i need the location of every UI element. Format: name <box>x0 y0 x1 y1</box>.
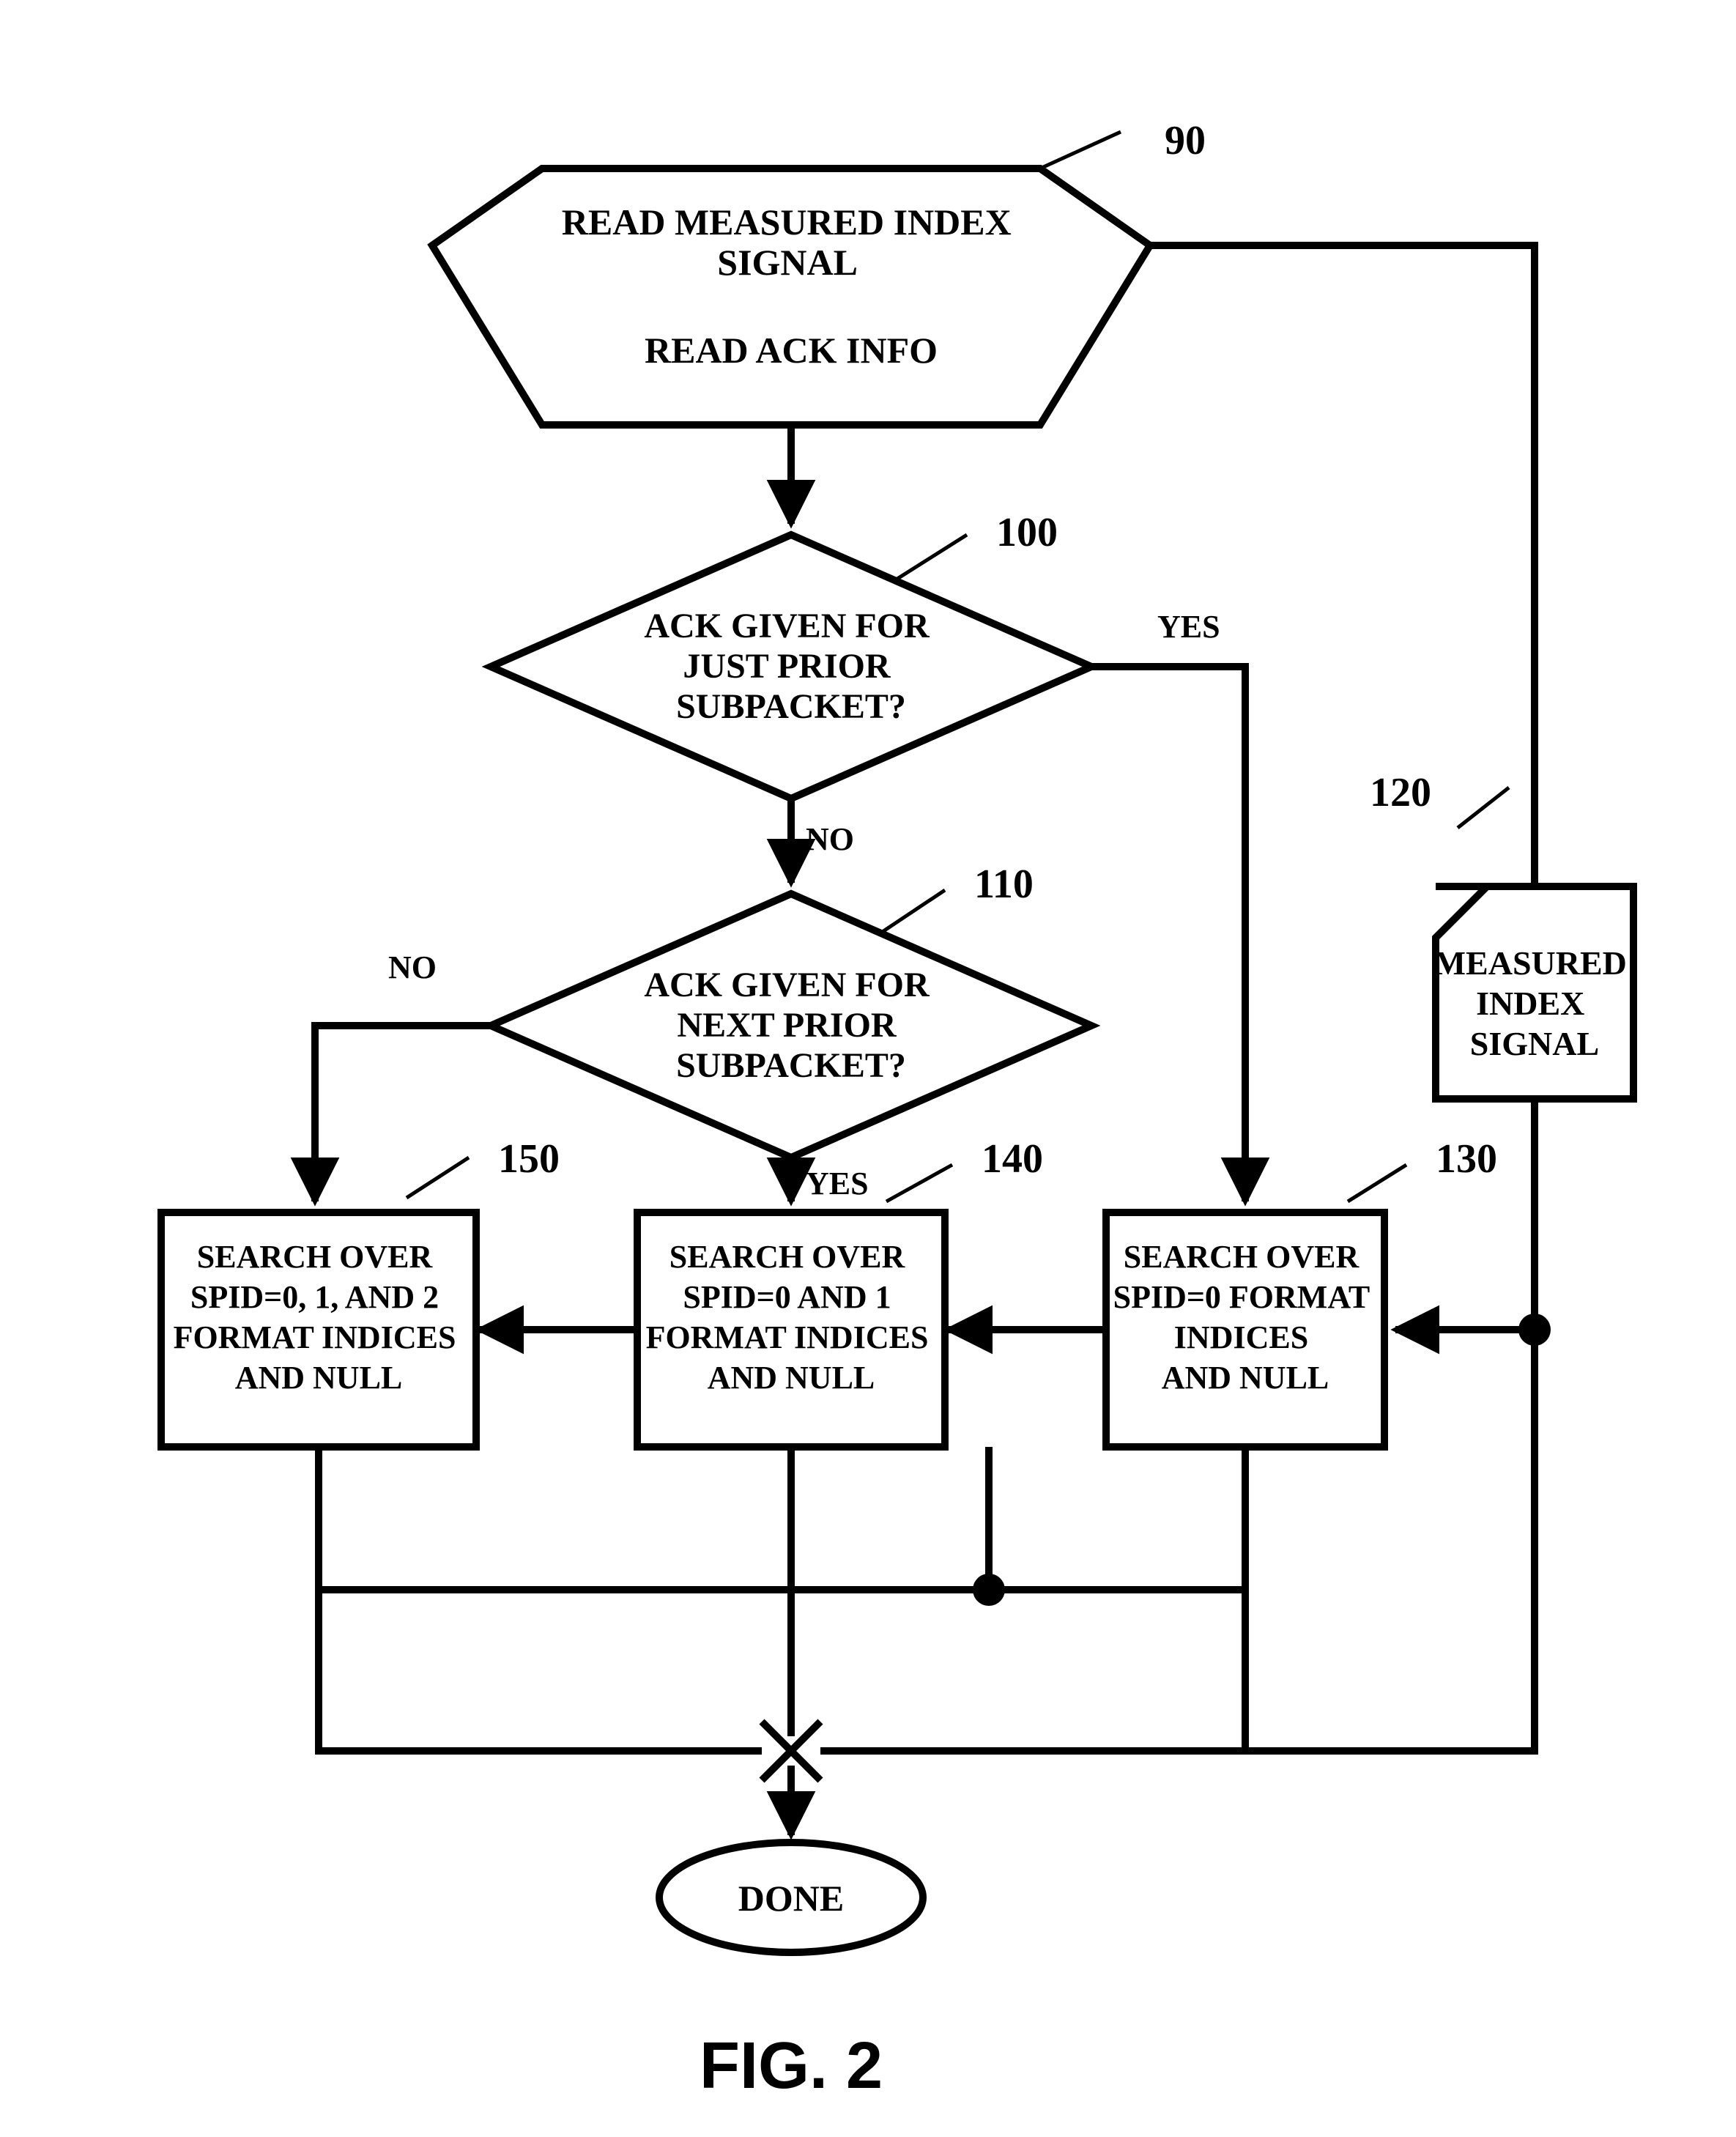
b130-line1: SEARCH OVER <box>1124 1239 1360 1275</box>
d100-line2: JUST PRIOR <box>683 647 891 686</box>
b130-line3: INDICES <box>1174 1319 1308 1355</box>
branch-110-yes: YES <box>806 1166 869 1201</box>
decision-110: ACK GIVEN FOR NEXT PRIOR SUBPACKET? <box>491 894 1091 1158</box>
signal-120: MEASURED INDEX SIGNAL <box>1434 886 1636 1099</box>
label-120: 120 <box>1370 770 1431 815</box>
svg-text:MEASURED INDEX SIG: MEASURED INDEX SIGNAL <box>1434 944 1636 1062</box>
label-90: 90 <box>1165 118 1206 163</box>
label-100: 100 <box>996 510 1058 555</box>
d100-line1: ACK GIVEN FOR <box>644 607 930 645</box>
leader-110 <box>879 890 945 934</box>
leader-120 <box>1458 788 1509 828</box>
arrow-100-130 <box>1091 667 1245 1201</box>
leader-140 <box>886 1165 952 1201</box>
sig-line3: SIGNAL <box>1470 1025 1599 1062</box>
svg-text:ACK GIVEN FOR JUST PRIOR: ACK GIVEN FOR JUST PRIOR SUBPACKET? <box>644 607 938 726</box>
leader-150 <box>407 1158 469 1198</box>
b140-line1: SEARCH OVER <box>669 1239 906 1275</box>
b150-line3: FORMAT INDICES <box>174 1319 456 1355</box>
done-node: DONE <box>659 1842 923 1952</box>
d110-line3: SUBPACKET? <box>676 1046 906 1085</box>
svg-text:SEARCH OVER SPID=0 FORMA: SEARCH OVER SPID=0 FORMAT INDICES AND NU… <box>1113 1239 1378 1396</box>
label-130: 130 <box>1436 1136 1497 1182</box>
d110-line1: ACK GIVEN FOR <box>644 966 930 1004</box>
sig-line1: MEASURED <box>1434 944 1627 982</box>
start-line3: READ ACK INFO <box>645 330 938 371</box>
branch-100-no: NO <box>806 821 854 857</box>
b130-line4: AND NULL <box>1162 1360 1329 1396</box>
b140-line2: SPID=0 AND 1 <box>683 1279 891 1315</box>
arrow-110-150 <box>315 1026 491 1201</box>
line-150-140-bus <box>319 1447 1245 1590</box>
leader-100 <box>897 535 967 579</box>
start-line1: READ MEASURED INDEX <box>562 201 1012 242</box>
figure-label: FIG. 2 <box>700 2029 883 2103</box>
done-text: DONE <box>738 1878 844 1919</box>
svg-text:ACK GIVEN FOR NEXT PRIOR: ACK GIVEN FOR NEXT PRIOR SUBPACKET? <box>644 966 938 1085</box>
label-140: 140 <box>982 1136 1043 1182</box>
branch-110-no: NO <box>388 949 437 985</box>
b150-line1: SEARCH OVER <box>197 1239 434 1275</box>
d100-line3: SUBPACKET? <box>676 687 906 726</box>
b140-line4: AND NULL <box>708 1360 875 1396</box>
start-line2: SIGNAL <box>717 242 856 283</box>
leader-90 <box>1040 132 1121 168</box>
svg-text:SEARCH OVER SPID=0 AND 1: SEARCH OVER SPID=0 AND 1 FORMAT INDICES … <box>646 1239 937 1396</box>
b150-line4: AND NULL <box>235 1360 403 1396</box>
box-140: SEARCH OVER SPID=0 AND 1 FORMAT INDICES … <box>637 1212 945 1447</box>
box-150: SEARCH OVER SPID=0, 1, AND 2 FORMAT INDI… <box>161 1212 476 1447</box>
line-90-120 <box>1150 245 1535 886</box>
b150-line2: SPID=0, 1, AND 2 <box>190 1279 439 1315</box>
b140-line3: FORMAT INDICES <box>646 1319 929 1355</box>
b130-line2: SPID=0 FORMAT <box>1113 1279 1370 1315</box>
svg-text:SEARCH OVER SPID=0, 1, A: SEARCH OVER SPID=0, 1, AND 2 FORMAT INDI… <box>174 1239 464 1396</box>
leader-130 <box>1348 1165 1406 1201</box>
svg-text:READ MEASURED INDEX SIGN: READ MEASURED INDEX SIGNAL READ ACK INFO <box>562 201 1020 371</box>
sig-line2: INDEX <box>1476 985 1584 1022</box>
label-110: 110 <box>974 862 1034 907</box>
line-left-merge <box>319 1590 762 1751</box>
label-150: 150 <box>498 1136 560 1182</box>
d110-line2: NEXT PRIOR <box>677 1006 897 1045</box>
branch-100-yes: YES <box>1157 609 1220 645</box>
start-node: READ MEASURED INDEX SIGNAL READ ACK INFO <box>432 168 1150 425</box>
decision-100: ACK GIVEN FOR JUST PRIOR SUBPACKET? <box>491 535 1091 799</box>
box-130: SEARCH OVER SPID=0 FORMAT INDICES AND NU… <box>1106 1212 1384 1447</box>
merge-cross <box>762 1447 820 1835</box>
